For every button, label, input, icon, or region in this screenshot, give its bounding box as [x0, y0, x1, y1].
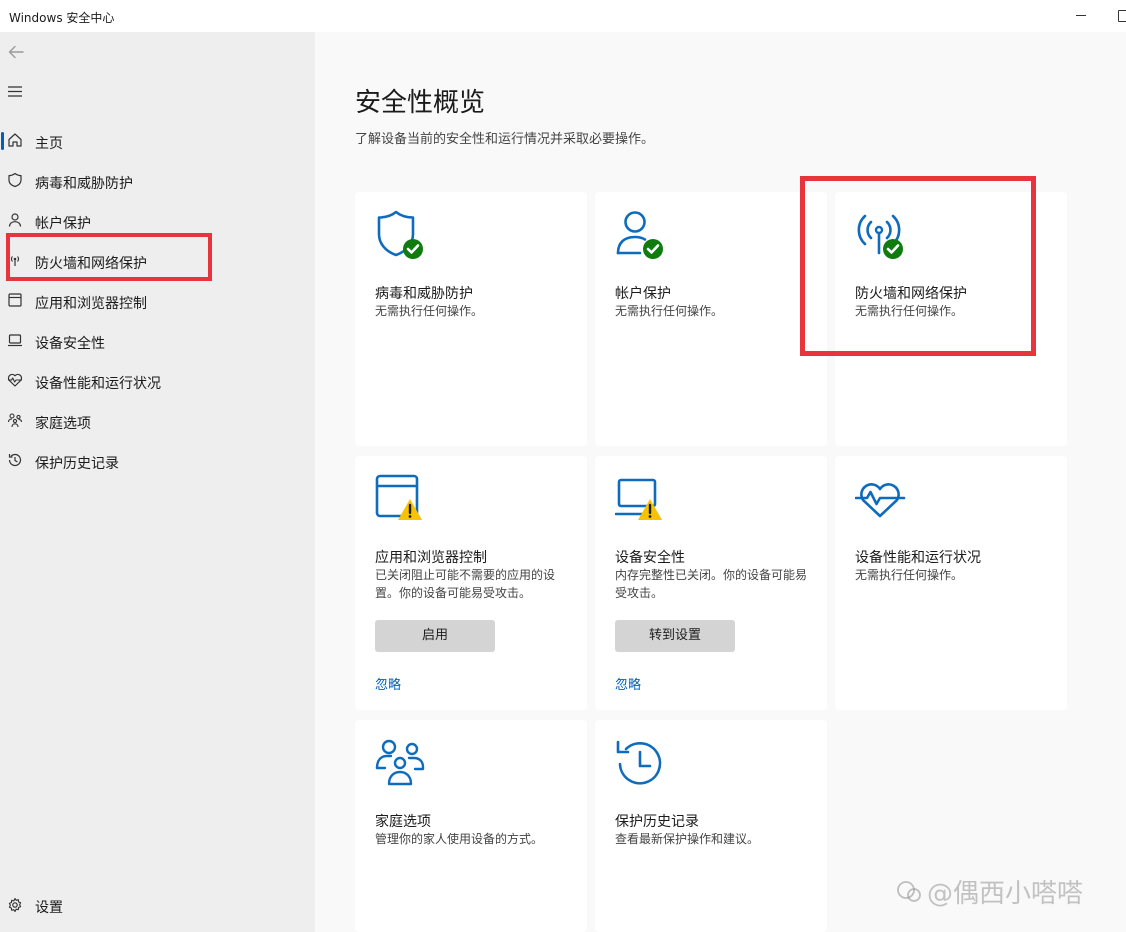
sidebar-item-device-performance[interactable]: 设备性能和运行状况	[0, 363, 315, 399]
sidebar-item-protection-history[interactable]: 保护历史记录	[0, 443, 315, 479]
page-subtitle: 了解设备当前的安全性和运行情况并采取必要操作。	[355, 132, 655, 147]
card-device-performance[interactable]: 设备性能和运行状况 无需执行任何操作。	[835, 456, 1067, 710]
card-title: 帐户保护	[615, 286, 671, 302]
watermark: @偶西小嗒嗒	[895, 873, 1083, 910]
ignore-link[interactable]: 忽略	[375, 674, 401, 693]
go-to-settings-button[interactable]: 转到设置	[615, 620, 735, 652]
settings-label: 设置	[35, 900, 63, 916]
minimize-button[interactable]	[1071, 6, 1091, 26]
gear-icon	[7, 897, 23, 913]
heart-pulse-icon	[7, 372, 23, 388]
history-icon	[615, 738, 671, 794]
window-title: Windows 安全中心	[9, 11, 115, 25]
main-content: 安全性概览 了解设备当前的安全性和运行情况并采取必要操作。 病毒和威胁防护 无需…	[315, 32, 1126, 932]
card-description: 已关闭阻止可能不需要的应用的设置。你的设备可能易受攻击。	[375, 568, 556, 600]
maximize-button[interactable]	[1113, 6, 1126, 26]
watermark-logo-icon	[895, 878, 923, 906]
laptop-icon	[7, 332, 23, 348]
sidebar-item-label: 病毒和威胁防护	[35, 176, 133, 192]
card-description: 管理你的家人使用设备的方式。	[375, 832, 544, 846]
heart-pulse-icon	[854, 474, 911, 530]
sidebar-item-label: 应用和浏览器控制	[35, 296, 147, 312]
family-icon	[375, 738, 431, 794]
app-browser-warning-icon	[375, 474, 431, 530]
sidebar-item-label: 帐户保护	[35, 216, 91, 232]
sidebar-item-family-options[interactable]: 家庭选项	[0, 403, 315, 439]
shield-check-icon	[375, 210, 431, 266]
sidebar-item-label: 设备安全性	[35, 336, 105, 352]
card-virus-protection[interactable]: 病毒和威胁防护 无需执行任何操作。	[355, 192, 587, 446]
card-description: 无需执行任何操作。	[375, 304, 484, 318]
card-title: 设备性能和运行状况	[855, 550, 981, 566]
card-title: 应用和浏览器控制	[375, 550, 487, 566]
watermark-text: @偶西小嗒嗒	[927, 879, 1084, 909]
sidebar-item-virus-protection[interactable]: 病毒和威胁防护	[0, 163, 315, 199]
person-icon	[7, 212, 23, 228]
sidebar-item-label: 保护历史记录	[35, 456, 119, 472]
home-icon	[7, 132, 23, 148]
person-check-icon	[615, 210, 671, 266]
sidebar-item-settings[interactable]: 设置	[0, 888, 315, 924]
card-description: 查看最新保护操作和建议。	[615, 832, 760, 846]
card-description: 无需执行任何操作。	[615, 304, 724, 318]
sidebar: 主页 病毒和威胁防护 帐户保护 防火墙和网络保护 应用和浏览器控制 设备安全性	[0, 32, 315, 932]
card-account-protection[interactable]: 帐户保护 无需执行任何操作。	[595, 192, 827, 446]
sidebar-item-home[interactable]: 主页	[0, 123, 315, 159]
annotation-highlight-box	[6, 233, 212, 281]
card-device-security[interactable]: 设备安全性 内存完整性已关闭。你的设备可能易受攻击。 转到设置 忽略	[595, 456, 827, 710]
card-app-browser-control[interactable]: 应用和浏览器控制 已关闭阻止可能不需要的应用的设置。你的设备可能易受攻击。 启用…	[355, 456, 587, 710]
enable-button[interactable]: 启用	[375, 620, 495, 652]
annotation-highlight-box	[800, 176, 1036, 356]
shield-icon	[7, 172, 23, 188]
card-title: 保护历史记录	[615, 814, 699, 830]
card-title: 家庭选项	[375, 814, 431, 830]
sidebar-item-label: 家庭选项	[35, 416, 91, 432]
title-bar: Windows 安全中心	[0, 0, 1126, 32]
page-title: 安全性概览	[355, 88, 486, 118]
card-family-options[interactable]: 家庭选项 管理你的家人使用设备的方式。	[355, 720, 587, 932]
hamburger-menu-icon[interactable]	[6, 82, 26, 102]
card-description: 无需执行任何操作。	[855, 568, 964, 582]
card-title: 设备安全性	[615, 550, 685, 566]
sidebar-item-device-security[interactable]: 设备安全性	[0, 323, 315, 359]
sidebar-item-label: 主页	[35, 136, 63, 152]
laptop-warning-icon	[614, 474, 671, 530]
sidebar-item-label: 设备性能和运行状况	[35, 376, 161, 392]
card-protection-history[interactable]: 保护历史记录 查看最新保护操作和建议。	[595, 720, 827, 932]
history-icon	[7, 452, 23, 468]
card-description: 内存完整性已关闭。你的设备可能易受攻击。	[615, 568, 808, 600]
back-arrow-icon[interactable]	[6, 42, 26, 62]
card-title: 病毒和威胁防护	[375, 286, 473, 302]
family-icon	[7, 412, 23, 428]
app-browser-icon	[7, 292, 23, 308]
sidebar-item-app-browser[interactable]: 应用和浏览器控制	[0, 283, 315, 319]
ignore-link[interactable]: 忽略	[615, 674, 641, 693]
